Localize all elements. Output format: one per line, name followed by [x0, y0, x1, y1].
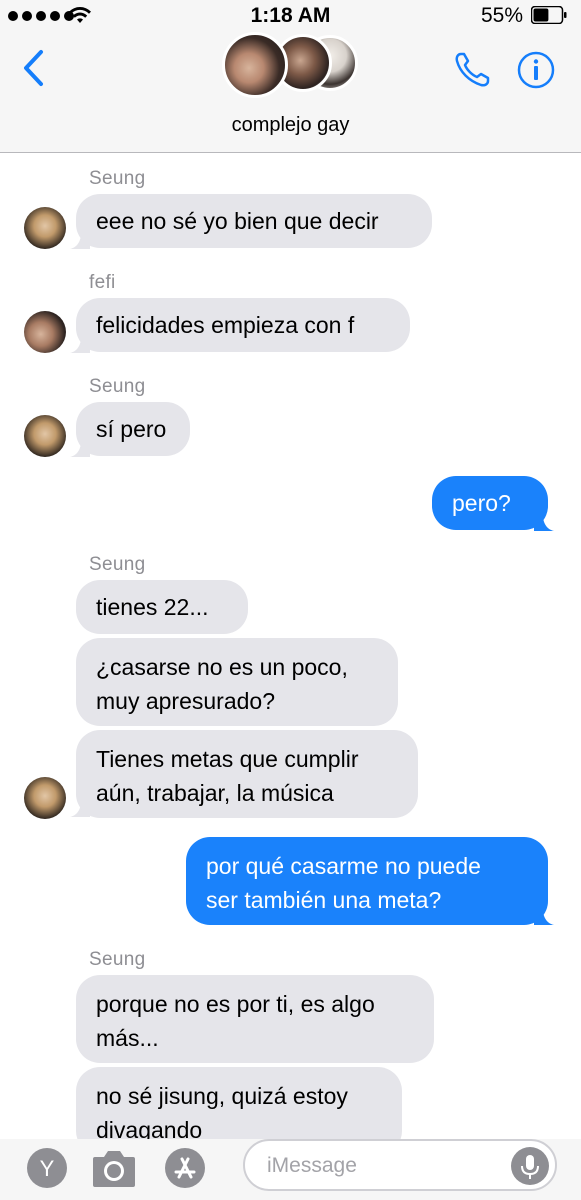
message-bubble-incoming[interactable]: porque no es por ti, es algo más...: [76, 975, 434, 1063]
group-name[interactable]: complejo gay: [0, 114, 581, 137]
avatar: [24, 207, 66, 249]
avatar: [222, 32, 288, 98]
message-bubble-incoming[interactable]: sí pero: [76, 402, 190, 456]
avatar: [24, 777, 66, 819]
message-bubble-incoming[interactable]: eee no sé yo bien que decir: [76, 194, 432, 248]
sender-name: Seung: [89, 554, 146, 575]
sender-name: Seung: [89, 949, 146, 970]
message-line: no sé jisung, quizá estoy: [96, 1083, 348, 1109]
message-bubble-incoming[interactable]: tienes 22...: [76, 580, 248, 634]
message-line: Tienes metas que cumplir: [96, 746, 359, 772]
message-list[interactable]: Seung eee no sé yo bien que decir fefi f…: [0, 153, 581, 1139]
message-line: por qué casarme no puede: [206, 853, 481, 879]
phone-icon[interactable]: [452, 50, 492, 90]
info-icon[interactable]: [516, 50, 556, 90]
imessage-placeholder: iMessage: [267, 1154, 357, 1177]
message-line: ¿casarse no es un poco,: [96, 654, 348, 680]
message-line: más...: [96, 1025, 159, 1051]
message-line: ser también una meta?: [206, 887, 442, 913]
camera-icon[interactable]: [91, 1147, 137, 1189]
input-bar: Y iMessage: [0, 1139, 581, 1200]
imessage-input[interactable]: iMessage: [243, 1139, 557, 1191]
mic-icon[interactable]: [511, 1147, 549, 1185]
message-line: porque no es por ti, es algo: [96, 991, 375, 1017]
message-line: muy apresurado?: [96, 688, 275, 714]
message-bubble-outgoing[interactable]: por qué casarme no puede ser también una…: [186, 837, 548, 925]
message-line: aún, trabajar, la música: [96, 780, 334, 806]
appstore-icon[interactable]: [164, 1147, 206, 1189]
sender-name: Seung: [89, 168, 146, 189]
chevron-left-icon[interactable]: [20, 48, 46, 88]
message-bubble-outgoing[interactable]: pero?: [432, 476, 548, 530]
group-avatars[interactable]: [222, 32, 362, 100]
message-bubble-incoming[interactable]: felicidades empieza con f: [76, 298, 410, 352]
apps-icon[interactable]: Y: [26, 1147, 68, 1189]
avatar: [24, 415, 66, 457]
message-bubble-incoming[interactable]: no sé jisung, quizá estoy divagando: [76, 1067, 402, 1139]
avatar: [24, 311, 66, 353]
battery-percent: 55%: [480, 4, 523, 27]
sender-name: Seung: [89, 376, 146, 397]
battery-icon: [531, 6, 567, 24]
message-line: divagando: [96, 1117, 203, 1139]
status-bar: 1:18 AM 55%: [0, 0, 581, 34]
message-bubble-incoming[interactable]: ¿casarse no es un poco, muy apresurado?: [76, 638, 398, 726]
sender-name: fefi: [89, 272, 116, 293]
apps-letter: Y: [40, 1156, 55, 1181]
message-bubble-incoming[interactable]: Tienes metas que cumplir aún, trabajar, …: [76, 730, 418, 818]
